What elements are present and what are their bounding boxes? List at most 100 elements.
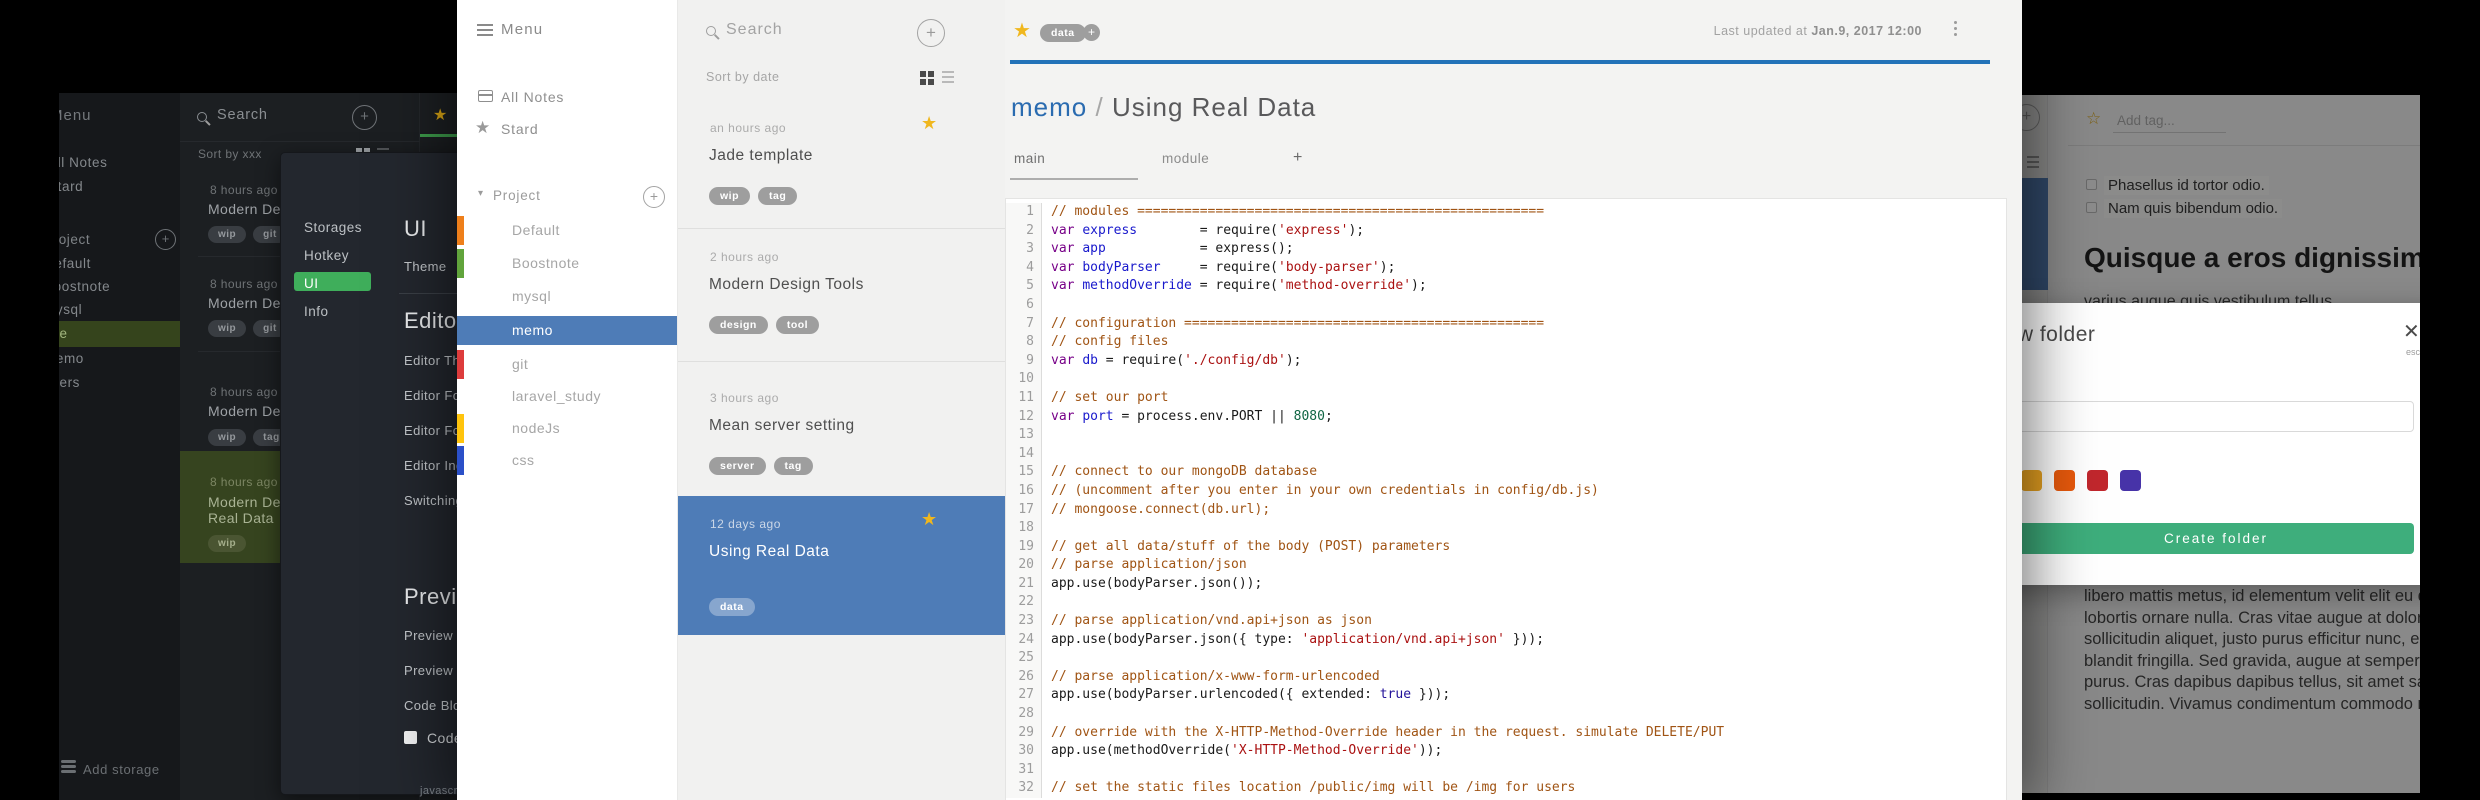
code-line[interactable]: 5 var methodOverride = require('method-ov… [1006,277,2006,296]
code-line[interactable]: 29 // override with the X-HTTP-Method-Ove… [1006,723,2006,743]
note-title[interactable]: Using Real Data [709,543,829,561]
sidebar-folder-git[interactable]: git [457,350,677,379]
dark-sidebar-item-starred[interactable]: Stard [59,179,83,194]
code-line[interactable]: 2 var express = require('express'); [1006,221,2006,241]
dark-menu-label[interactable]: Menu [59,107,92,124]
tab-main[interactable]: main [1014,151,1045,166]
code-line[interactable]: 19 // get all data/stuff of the body (POS… [1006,537,2006,557]
star-icon[interactable]: ★ [433,105,447,125]
breadcrumb-folder[interactable]: memo [1011,92,1087,122]
code-line[interactable]: 1 // modules ============================… [1006,203,2006,222]
settings-nav-item-ui[interactable]: UI [304,276,319,291]
note-tags: wip tag [709,186,805,205]
settings-nav-item-hotkey[interactable]: Hotkey [304,248,349,263]
code-line[interactable]: 16 // (uncomment after you enter in your … [1006,481,2006,501]
note-title[interactable]: Modern Design Tools [709,276,864,294]
folder-color-swatch[interactable] [2054,470,2075,491]
code-line[interactable]: 24 app.use(bodyParser.json({ type: 'appli… [1006,630,2006,650]
code-line[interactable]: 21 app.use(bodyParser.json()); [1006,574,2006,594]
menu-label[interactable]: Menu [501,21,543,38]
search-icon [706,26,716,36]
note-tag-pill[interactable]: data [1040,24,1086,42]
code-line[interactable]: 15 // connect to our mongoDB database [1006,463,2006,482]
list-view-icon[interactable] [942,71,954,73]
code-line[interactable]: 6 [1006,295,2006,315]
chevron-down-icon[interactable]: ▾ [478,188,483,199]
sidebar-folder-Boostnote[interactable]: Boostnote [457,249,677,278]
folder-color-swatch[interactable] [2120,470,2141,491]
sidebar-folder-css[interactable]: css [457,446,677,475]
note-title[interactable]: Jade template [709,147,813,165]
dark-sidebar-folder[interactable]: Boostnote [59,279,110,294]
folder-color-swatch[interactable] [2022,470,2042,491]
code-line[interactable]: 31 [1006,760,2006,780]
dark-add-storage-button[interactable]: Add storage [83,762,160,777]
dark-new-note-button[interactable]: + [352,105,377,130]
sidebar-item-all-notes[interactable]: All Notes [501,89,564,105]
code-line[interactable]: 12 var port = process.env.PORT || 8080; [1006,407,2006,427]
code-line[interactable]: 20 // parse application/json [1006,556,2006,575]
settings-theme-label: Theme [404,259,447,274]
sidebar-folder-laravel_study[interactable]: laravel_study [457,382,677,411]
sidebar-folder-mysql[interactable]: mysql [457,282,677,311]
sidebar-item-starred[interactable]: Stard [501,121,538,137]
code-line[interactable]: 13 [1006,426,2006,445]
code-line[interactable]: 28 [1006,705,2006,724]
dark-sidebar-item-all-notes[interactable]: All Notes [59,155,107,170]
new-note-button[interactable]: + [917,19,945,47]
dark-sort-selector[interactable]: Sort by xxx [198,147,262,161]
star-icon[interactable]: ★ [921,113,937,134]
code-line[interactable]: 3 var app = express(); [1006,240,2006,259]
code-text: app.use(bodyParser.urlencoded({ extended… [1051,687,1451,703]
code-line[interactable]: 17 // mongoose.connect(db.url); [1006,500,2006,520]
code-line[interactable]: 14 [1006,444,2006,464]
star-toggle-icon[interactable]: ★ [1013,18,1031,43]
code-line[interactable]: 7 // configuration ======================… [1006,314,2006,334]
search-input[interactable]: Search [726,21,783,39]
note-title[interactable]: Mean server setting [709,417,855,435]
project-tree-label[interactable]: Project [493,188,541,203]
code-line[interactable]: 8 // config files [1006,333,2006,352]
code-line[interactable]: 22 [1006,593,2006,613]
tab-module[interactable]: module [1162,151,1209,166]
code-block-checkbox[interactable] [404,731,417,744]
dark-search-input[interactable]: Search [217,107,268,123]
settings-nav-item-storages[interactable]: Storages [304,220,362,235]
code-line[interactable]: 10 [1006,370,2006,389]
settings-nav-item-info[interactable]: Info [304,304,329,319]
sort-selector[interactable]: Sort by date [706,70,779,84]
add-tag-button[interactable]: + [1083,24,1100,41]
grid-view-icon[interactable] [920,71,926,77]
create-folder-button[interactable]: Create folder [2022,523,2414,554]
sidebar-folder-Default[interactable]: Default [457,216,677,245]
dark-sidebar-folder[interactable]: vue [59,326,68,341]
code-editor[interactable]: 1 // modules ============================… [1005,198,2007,800]
code-line[interactable]: 30 app.use(methodOverride('X-HTTP-Method-… [1006,742,2006,761]
add-folder-button[interactable]: + [643,186,665,208]
code-line[interactable]: 25 [1006,649,2006,668]
list-view-icon[interactable] [377,148,389,150]
code-line[interactable]: 27 app.use(bodyParser.urlencoded({ extend… [1006,686,2006,706]
sidebar-folder-memo[interactable]: memo [457,316,677,345]
code-line[interactable]: 23 // parse application/vnd.api+json as j… [1006,612,2006,631]
dark-sidebar-folder[interactable]: users [59,375,80,390]
dark-sidebar-folder[interactable]: memo [59,351,84,366]
code-line[interactable]: 32 // set the static files location /publ… [1006,779,2006,798]
add-snippet-tab-button[interactable]: + [1293,149,1302,167]
dark-project-label[interactable]: Project [59,232,90,247]
code-line[interactable]: 18 [1006,519,2006,538]
folder-name-input[interactable] [2022,401,2414,432]
code-line[interactable]: 11 // set our port [1006,388,2006,408]
code-line[interactable]: 26 // parse application/x-www-form-urlenc… [1006,667,2006,687]
more-options-icon[interactable] [1954,21,1957,24]
star-icon[interactable]: ★ [921,509,937,530]
dark-sidebar-folder[interactable]: Default [59,256,91,271]
dark-sidebar-folder[interactable]: mysql [59,302,82,317]
code-line[interactable]: 4 var bodyParser = require('body-parser')… [1006,258,2006,278]
folder-color-swatch[interactable] [2087,470,2108,491]
menu-icon[interactable] [477,24,493,26]
sidebar-folder-nodeJs[interactable]: nodeJs [457,414,677,443]
code-line[interactable]: 9 var db = require('./config/db'); [1006,351,2006,371]
close-icon[interactable]: ✕ [2403,319,2420,344]
dark-add-folder-button[interactable]: + [155,229,176,250]
